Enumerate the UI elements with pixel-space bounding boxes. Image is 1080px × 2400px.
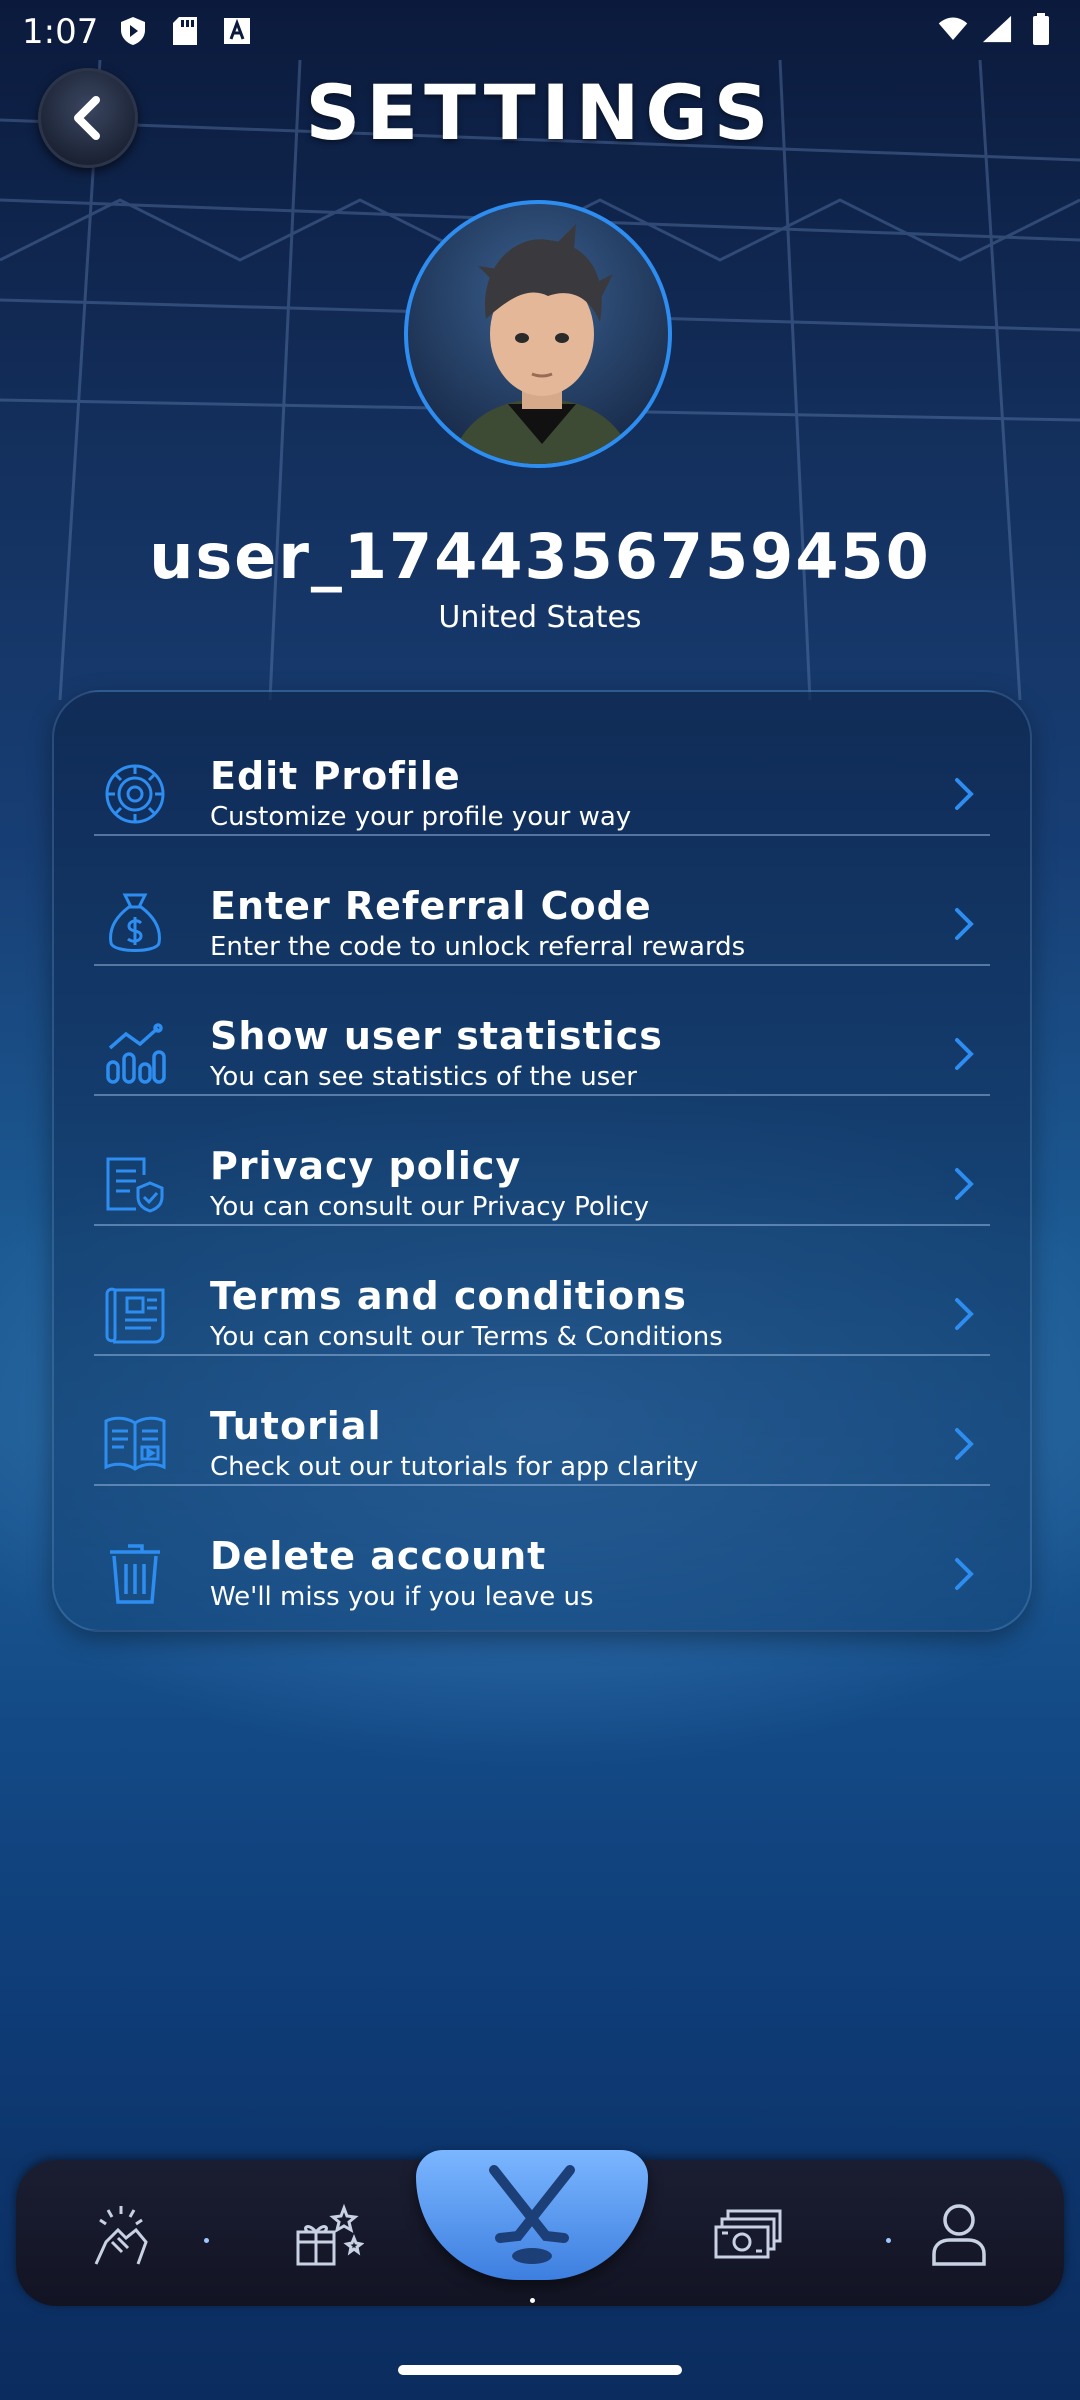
menu-item-user-statistics[interactable]: Show user statistics You can see statist… bbox=[94, 990, 990, 1118]
menu-item-delete-account[interactable]: Delete account We'll miss you if you lea… bbox=[94, 1510, 990, 1638]
menu-item-edit-profile[interactable]: Edit Profile Customize your profile your… bbox=[94, 730, 990, 858]
menu-item-subtitle: Enter the code to unlock referral reward… bbox=[210, 932, 746, 962]
money-bag-icon bbox=[100, 889, 170, 959]
menu-item-subtitle: Check out our tutorials for app clarity bbox=[210, 1452, 699, 1482]
page-title: SETTINGS bbox=[305, 68, 775, 157]
chevron-right-icon bbox=[944, 1164, 984, 1204]
menu-item-title: Edit Profile bbox=[210, 754, 461, 798]
divider bbox=[94, 1484, 990, 1486]
chevron-right-icon bbox=[944, 1294, 984, 1334]
menu-item-title: Delete account bbox=[210, 1534, 547, 1578]
menu-item-title: Tutorial bbox=[210, 1404, 382, 1448]
hockey-sticks-icon bbox=[489, 2165, 575, 2264]
divider bbox=[94, 1224, 990, 1226]
menu-item-terms-conditions[interactable]: Terms and conditions You can consult our… bbox=[94, 1250, 990, 1378]
username: user_1744356759450 bbox=[149, 520, 931, 593]
nav-active-dot bbox=[530, 2298, 535, 2303]
user-icon[interactable] bbox=[924, 2200, 994, 2270]
menu-item-referral-code[interactable]: Enter Referral Code Enter the code to un… bbox=[94, 860, 990, 988]
document-shield-icon bbox=[100, 1149, 170, 1219]
gear-icon bbox=[100, 759, 170, 829]
avatar[interactable] bbox=[404, 200, 672, 468]
stats-chart-icon bbox=[100, 1019, 170, 1089]
status-bar: 1:07 bbox=[0, 0, 1080, 64]
chevron-right-icon bbox=[944, 774, 984, 814]
divider bbox=[94, 1094, 990, 1096]
signal-icon bbox=[982, 14, 1012, 44]
battery-icon bbox=[1026, 13, 1056, 45]
nav-dot bbox=[204, 2238, 209, 2243]
home-indicator[interactable] bbox=[398, 2365, 682, 2375]
menu-item-subtitle: You can consult our Terms & Conditions bbox=[210, 1322, 723, 1352]
menu-item-tutorial[interactable]: Tutorial Check out our tutorials for app… bbox=[94, 1380, 990, 1508]
menu-item-title: Enter Referral Code bbox=[210, 884, 652, 928]
cash-icon[interactable] bbox=[714, 2200, 784, 2270]
trash-icon bbox=[100, 1539, 170, 1609]
chevron-right-icon bbox=[944, 1034, 984, 1074]
chevron-right-icon bbox=[944, 904, 984, 944]
menu-item-title: Privacy policy bbox=[210, 1144, 522, 1188]
menu-item-privacy-policy[interactable]: Privacy policy You can consult our Priva… bbox=[94, 1120, 990, 1248]
menu-item-subtitle: You can see statistics of the user bbox=[210, 1062, 637, 1092]
chevron-right-icon bbox=[944, 1554, 984, 1594]
nav-dot bbox=[886, 2238, 891, 2243]
menu-item-subtitle: We'll miss you if you leave us bbox=[210, 1582, 594, 1612]
menu-item-title: Terms and conditions bbox=[210, 1274, 687, 1318]
divider bbox=[94, 1354, 990, 1356]
divider bbox=[94, 964, 990, 966]
sd-card-icon bbox=[170, 16, 200, 46]
book-icon bbox=[100, 1409, 170, 1479]
menu-item-subtitle: You can consult our Privacy Policy bbox=[210, 1192, 649, 1222]
country: United States bbox=[438, 600, 642, 635]
play-protect-icon bbox=[118, 16, 148, 46]
status-time: 1:07 bbox=[22, 12, 99, 52]
divider bbox=[94, 834, 990, 836]
gifts-icon[interactable] bbox=[294, 2200, 364, 2270]
menu-item-title: Show user statistics bbox=[210, 1014, 663, 1058]
font-icon bbox=[222, 16, 252, 46]
menu-item-subtitle: Customize your profile your way bbox=[210, 802, 632, 832]
settings-menu: Edit Profile Customize your profile your… bbox=[52, 690, 1032, 1632]
handshake-icon[interactable] bbox=[86, 2200, 156, 2270]
wifi-icon bbox=[938, 14, 968, 44]
scroll-icon bbox=[100, 1279, 170, 1349]
chevron-right-icon bbox=[944, 1424, 984, 1464]
